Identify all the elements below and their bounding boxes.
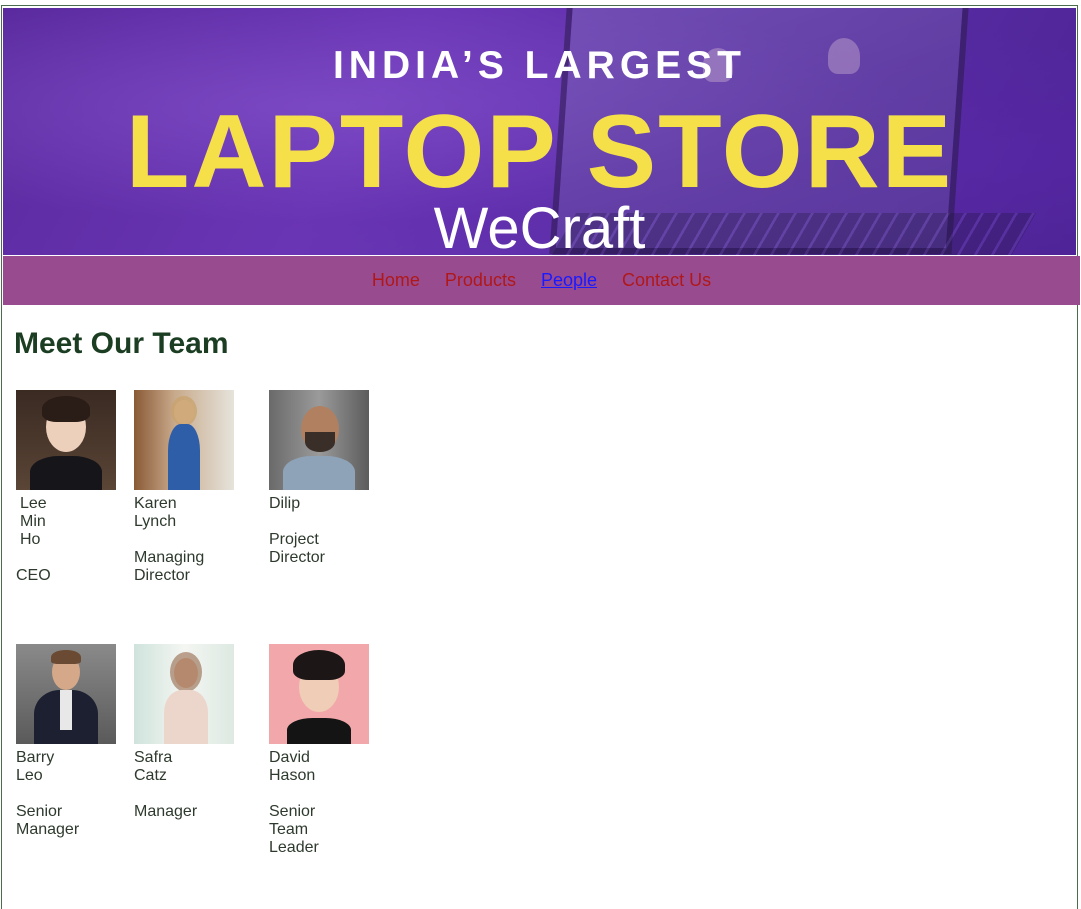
team-member-name: David Hason [269,749,316,784]
page-title: Meet Our Team [14,327,229,360]
team-member-name: Dilip [269,495,301,512]
team-member-photo [269,390,369,490]
team-member-photo [269,644,369,744]
hero-banner: INDIA’S LARGEST LAPTOP STORE WeCraft [3,8,1076,255]
main-nav: Home Products People Contact Us [3,256,1080,305]
nav-home-link[interactable]: Home [372,270,420,291]
team-member-name: Barry Leo [16,749,55,784]
team-member-name: Karen Lynch [134,495,177,530]
team-member-name: Lee Min Ho [20,495,47,548]
brand-name: WeCraft [433,196,646,256]
team-member-photo [16,644,116,744]
team-member-card: Dilip Project Director [269,390,369,567]
banner-tagline: INDIA’S LARGEST [332,44,747,87]
nav-people-link[interactable]: People [541,270,597,291]
team-member-photo [16,390,116,490]
team-member-role: Project Director [269,531,326,566]
team-member-role: Senior Team Leader [269,803,319,856]
team-member-photo [134,390,234,490]
team-member-card: David Hason Senior Team Leader [269,644,369,857]
nav-products-link[interactable]: Products [445,270,516,291]
team-member-role: Managing Director [134,549,205,584]
team-member-card: Karen Lynch Managing Director [134,390,234,585]
team-member-name: Safra Catz [134,749,173,784]
team-member-role: Senior Manager [16,803,80,838]
banner-headline: LAPTOP STORE [125,94,954,210]
team-member-card: Lee Min Ho CEO [16,390,116,585]
team-member-role: Manager [134,803,198,820]
nav-contact-link[interactable]: Contact Us [622,270,711,291]
team-member-role: CEO [16,567,51,584]
team-member-card: Safra Catz Manager [134,644,234,821]
team-member-photo [134,644,234,744]
team-member-card: Barry Leo Senior Manager [16,644,116,839]
